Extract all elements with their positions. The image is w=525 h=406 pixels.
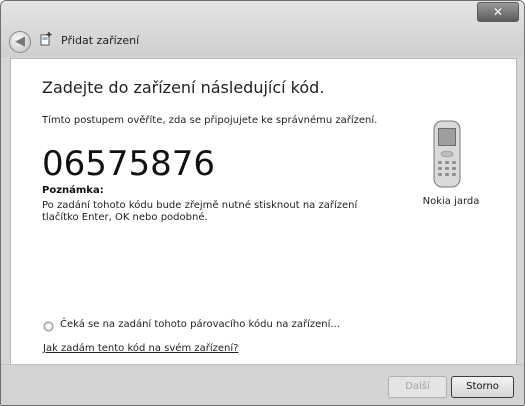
close-button[interactable]: ✕ bbox=[477, 2, 519, 22]
next-button[interactable]: Další bbox=[388, 376, 447, 398]
page-heading: Zadejte do zařízení následující kód. bbox=[42, 78, 325, 97]
pairing-code: 06575876 bbox=[42, 144, 216, 184]
waiting-status: Čeká se na zadání tohoto párovacího kódu… bbox=[60, 319, 340, 330]
device-name: Nokia jarda bbox=[422, 196, 480, 207]
window-title: Přidat zařízení bbox=[61, 34, 140, 47]
note-text: Po zadání tohoto kódu bude zřejmě nutné … bbox=[42, 200, 358, 223]
add-device-icon bbox=[40, 32, 52, 46]
cancel-button[interactable]: Storno bbox=[451, 376, 514, 398]
page-description: Tímto postupem ověříte, zda se připojuje… bbox=[42, 115, 378, 126]
footer-bar: Další Storno bbox=[1, 364, 524, 405]
back-arrow-icon: ◀ bbox=[15, 34, 25, 49]
note-label: Poznámka: bbox=[42, 185, 104, 196]
help-link[interactable]: Jak zadám tento kód na svém zařízení? bbox=[43, 343, 238, 354]
content-panel: Zadejte do zařízení následující kód. Tím… bbox=[10, 58, 517, 365]
back-button[interactable]: ◀ bbox=[9, 31, 31, 53]
busy-spinner-icon bbox=[43, 321, 54, 332]
mobile-phone-icon bbox=[433, 120, 461, 188]
add-device-window: ✕ ◀ Přidat zařízení Zadejte do zařízení … bbox=[0, 0, 525, 406]
title-bar: ✕ ◀ Přidat zařízení bbox=[1, 1, 524, 57]
